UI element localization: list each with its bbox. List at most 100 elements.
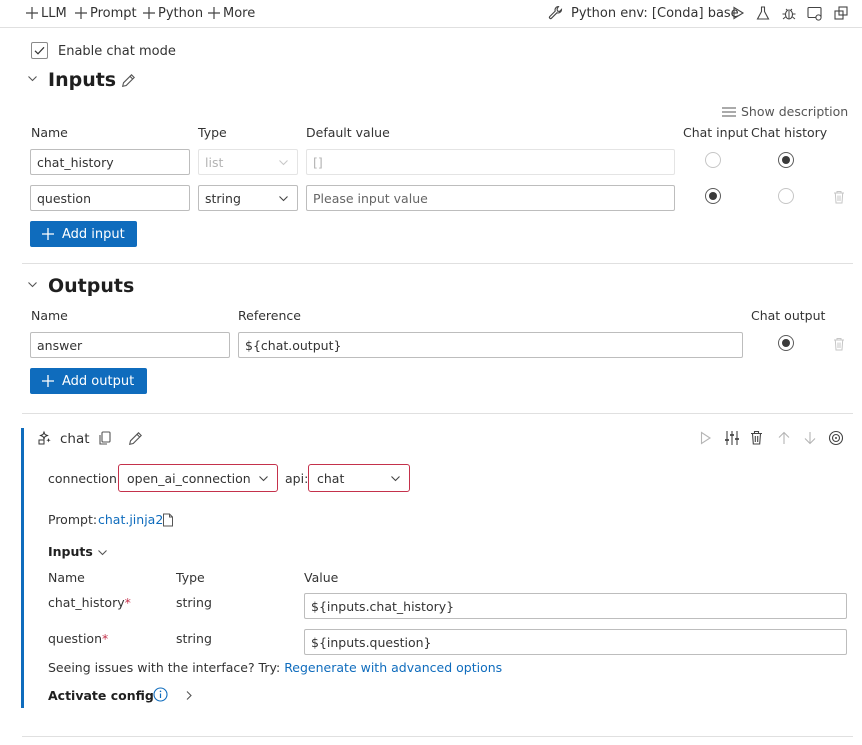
node-col-name: Name (48, 570, 85, 585)
api-label: api: (285, 471, 309, 486)
arrow-up-icon (778, 431, 790, 444)
add-llm-button[interactable]: LLM (26, 4, 67, 22)
chat-input-radio[interactable] (705, 152, 721, 168)
input-name-field[interactable]: chat_history (30, 149, 190, 175)
input-name-field[interactable]: question (30, 185, 190, 211)
outputs-collapse-toggle[interactable] (27, 279, 38, 290)
output-reference-field[interactable]: ${chat.output} (238, 332, 743, 358)
chevron-right-icon (186, 691, 192, 700)
col-name: Name (31, 308, 68, 323)
prompt-label: Prompt: (48, 512, 98, 527)
wrench-icon (548, 5, 563, 20)
trash-icon (751, 430, 762, 445)
plus-icon (26, 7, 38, 19)
node-selected-indicator (21, 428, 24, 708)
arrow-down-icon (804, 432, 816, 445)
chevron-down-icon (28, 76, 37, 82)
section-divider (22, 736, 853, 737)
chat-mode-checkbox[interactable] (31, 42, 48, 59)
pencil-icon (128, 432, 142, 446)
col-default: Default value (306, 125, 390, 140)
chat-input-radio[interactable] (705, 188, 721, 204)
chevron-down-icon (391, 476, 400, 482)
issues-text: Seeing issues with the interface? Try: R… (48, 660, 503, 675)
delete-output-button[interactable] (833, 337, 845, 351)
file-icon (163, 513, 173, 527)
add-python-button[interactable]: Python (143, 4, 203, 22)
toolbar-divider (0, 27, 862, 28)
target-icon (828, 430, 844, 446)
chat-history-radio[interactable] (778, 152, 794, 168)
python-env-button[interactable]: Python env: [Conda] base (548, 4, 739, 22)
run-icon (700, 431, 712, 445)
node-inputs-title: Inputs (48, 544, 93, 559)
prompt-file-link[interactable]: chat.jinja2 (98, 512, 163, 527)
node-settings-button[interactable] (724, 430, 740, 446)
chat-mode-label: Enable chat mode (58, 44, 176, 59)
node-input-type: string (176, 595, 212, 610)
chevron-down-icon (259, 476, 268, 482)
debug-icon[interactable] (780, 4, 798, 22)
open-file-button[interactable] (162, 513, 174, 527)
target-node-button[interactable] (828, 430, 844, 446)
col-name: Name (31, 125, 68, 140)
outputs-title: Outputs (48, 275, 135, 297)
regenerate-link[interactable]: Regenerate with advanced options (284, 660, 502, 675)
connection-label: connection: (48, 471, 122, 486)
chevron-down-icon (279, 196, 288, 202)
input-type-select[interactable]: string (198, 185, 298, 211)
inputs-collapse-toggle[interactable] (27, 73, 38, 84)
input-default-field[interactable]: Please input value (306, 185, 675, 211)
info-icon[interactable] (153, 687, 168, 702)
node-input-name: chat_history* (48, 595, 131, 610)
trash-icon (834, 191, 844, 204)
flask-icon[interactable] (754, 4, 772, 22)
popout-icon[interactable] (832, 4, 850, 22)
show-description-button[interactable]: Show description (721, 104, 848, 119)
pencil-icon (121, 74, 135, 88)
delete-input-button[interactable] (833, 190, 845, 204)
chat-history-radio[interactable] (778, 188, 794, 204)
api-select[interactable]: chat (308, 464, 410, 492)
activate-config-expand[interactable] (184, 690, 194, 701)
layout-icon[interactable] (806, 4, 824, 22)
rename-node-button[interactable] (128, 431, 143, 446)
delete-node-button[interactable] (750, 430, 763, 445)
edit-inputs-button[interactable] (121, 73, 136, 88)
node-input-value-field[interactable]: ${inputs.chat_history} (304, 593, 847, 619)
node-col-type: Type (176, 570, 205, 585)
node-name: chat (60, 431, 90, 447)
move-down-button[interactable] (803, 431, 817, 445)
add-prompt-button[interactable]: Prompt (75, 4, 137, 22)
col-chat-output: Chat output (751, 308, 826, 323)
col-type: Type (198, 125, 227, 140)
trash-icon (834, 338, 844, 351)
sliders-icon (725, 431, 739, 445)
node-inputs-toggle[interactable] (97, 547, 108, 558)
plus-icon (42, 375, 54, 387)
move-up-button[interactable] (777, 431, 791, 445)
input-type-select[interactable]: list (198, 149, 298, 175)
list-icon (722, 106, 736, 117)
add-input-button[interactable]: Add input (30, 221, 137, 247)
connection-select[interactable]: open_ai_connection (118, 464, 278, 492)
plus-icon (208, 7, 220, 19)
activate-config-title: Activate config (48, 688, 154, 703)
node-input-type: string (176, 631, 212, 646)
col-reference: Reference (238, 308, 301, 323)
plus-icon (143, 7, 155, 19)
run-node-button[interactable] (699, 431, 712, 445)
output-name-field[interactable]: answer (30, 332, 230, 358)
llm-node-icon (37, 430, 53, 446)
add-output-button[interactable]: Add output (30, 368, 147, 394)
copy-node-button[interactable] (98, 431, 112, 446)
chevron-down-icon (98, 550, 107, 556)
input-default-field[interactable]: [] (306, 149, 675, 175)
node-input-value-field[interactable]: ${inputs.question} (304, 629, 847, 655)
more-button[interactable]: More (208, 4, 255, 22)
plus-icon (42, 228, 54, 240)
chat-output-radio[interactable] (778, 335, 794, 351)
run-icon[interactable] (729, 4, 747, 22)
copy-icon (99, 431, 111, 445)
node-col-value: Value (304, 570, 339, 585)
